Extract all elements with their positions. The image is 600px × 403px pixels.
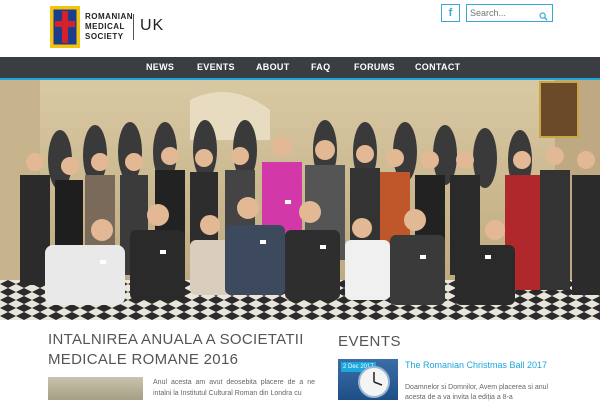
hero-group-photo	[0, 80, 600, 320]
society-name: ROMANIAN MEDICAL SOCIETY	[85, 12, 133, 42]
search-box	[466, 4, 553, 22]
events-heading: EVENTS	[338, 333, 402, 350]
nav-about[interactable]: ABOUT	[256, 57, 290, 78]
article-thumbnail[interactable]	[48, 377, 143, 400]
society-name-line-3: SOCIETY	[85, 32, 124, 41]
nav-events[interactable]: EVENTS	[197, 57, 235, 78]
event-title[interactable]: The Romanian Christmas Ball 2017	[405, 360, 555, 371]
search-icon[interactable]	[539, 8, 548, 26]
nav-contact[interactable]: CONTACT	[415, 57, 460, 78]
main-nav: NEWS EVENTS ABOUT FAQ FORUMS CONTACT	[0, 57, 600, 80]
nav-forums[interactable]: FORUMS	[354, 57, 395, 78]
logo-divider	[133, 14, 134, 40]
nav-news[interactable]: NEWS	[146, 57, 174, 78]
article-title[interactable]: INTALNIREA ANUALA A SOCIETATII MEDICALE …	[48, 330, 328, 370]
society-name-line-2: MEDICAL	[85, 22, 125, 31]
society-name-line-1: ROMANIAN	[85, 12, 133, 21]
nav-faq[interactable]: FAQ	[311, 57, 330, 78]
society-logo[interactable]	[50, 6, 80, 48]
clock-icon	[358, 366, 390, 398]
event-excerpt: Doamnelor si Domnilor, Avem placerea si …	[405, 384, 549, 401]
search-input[interactable]	[470, 5, 534, 21]
event-thumbnail[interactable]: 2 Dec 2017	[338, 359, 398, 400]
site-header: ROMANIAN MEDICAL SOCIETY UK f	[0, 0, 600, 57]
article-excerpt: Anul acesta am avut deosebita placere de…	[153, 379, 315, 397]
region-label: UK	[140, 17, 165, 34]
facebook-icon[interactable]: f	[441, 4, 460, 22]
